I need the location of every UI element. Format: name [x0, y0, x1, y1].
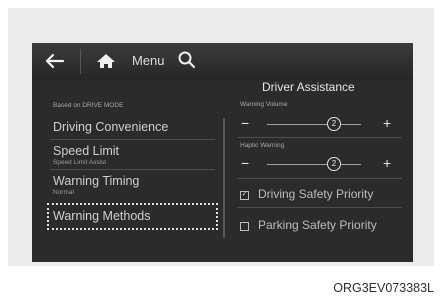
- search-icon: [178, 51, 196, 69]
- divider: [50, 169, 215, 170]
- haptic-warning-knob[interactable]: 2: [327, 157, 341, 171]
- scrollbar[interactable]: [223, 118, 225, 238]
- topbar-divider: [80, 49, 81, 74]
- back-arrow-icon: [45, 53, 65, 69]
- haptic-warning-slider[interactable]: [267, 164, 361, 165]
- divider: [50, 139, 215, 140]
- sidebar-item-speed-limit[interactable]: Speed Limit: [53, 144, 119, 158]
- sidebar-item-warning-timing[interactable]: Warning Timing: [53, 174, 139, 188]
- driving-safety-priority-checkbox[interactable]: ✓: [240, 191, 249, 200]
- warning-volume-knob[interactable]: 2: [327, 117, 341, 131]
- sidebar-header: Based on DRIVE MODE: [53, 102, 124, 109]
- haptic-minus-button[interactable]: −: [241, 155, 249, 171]
- sidebar-item-sub: Normal: [53, 189, 74, 196]
- parking-safety-priority-label: Parking Safety Priority: [258, 218, 377, 232]
- sidebar-item-driving-convenience[interactable]: Driving Convenience: [53, 120, 168, 134]
- volume-minus-button[interactable]: −: [241, 115, 249, 131]
- sidebar-item-warning-methods[interactable]: Warning Methods: [53, 209, 151, 223]
- home-icon: [97, 54, 115, 68]
- slider-label-warning-volume: Warning Volume: [240, 101, 288, 108]
- infotainment-screen: Menu Driver Assistance Based on DRIVE MO…: [32, 43, 413, 262]
- page-title: Driver Assistance: [262, 80, 355, 94]
- search-button[interactable]: [176, 49, 198, 71]
- parking-safety-priority-checkbox[interactable]: [240, 222, 249, 231]
- top-bar: Menu: [32, 43, 413, 80]
- figure-code: ORG3EV073383L: [333, 281, 434, 295]
- divider: [237, 137, 402, 138]
- menu-button[interactable]: Menu: [132, 53, 165, 68]
- driving-safety-priority-label: Driving Safety Priority: [258, 187, 374, 201]
- haptic-plus-button[interactable]: +: [383, 155, 391, 171]
- warning-volume-slider[interactable]: [267, 124, 361, 125]
- divider: [237, 178, 402, 179]
- back-button[interactable]: [42, 51, 66, 71]
- slider-label-haptic-warning: Haptic Warning: [240, 142, 285, 149]
- home-button[interactable]: [94, 51, 118, 71]
- divider: [237, 207, 402, 208]
- volume-plus-button[interactable]: +: [383, 115, 391, 131]
- sidebar-item-sub: Speed Limit Assist: [53, 159, 107, 166]
